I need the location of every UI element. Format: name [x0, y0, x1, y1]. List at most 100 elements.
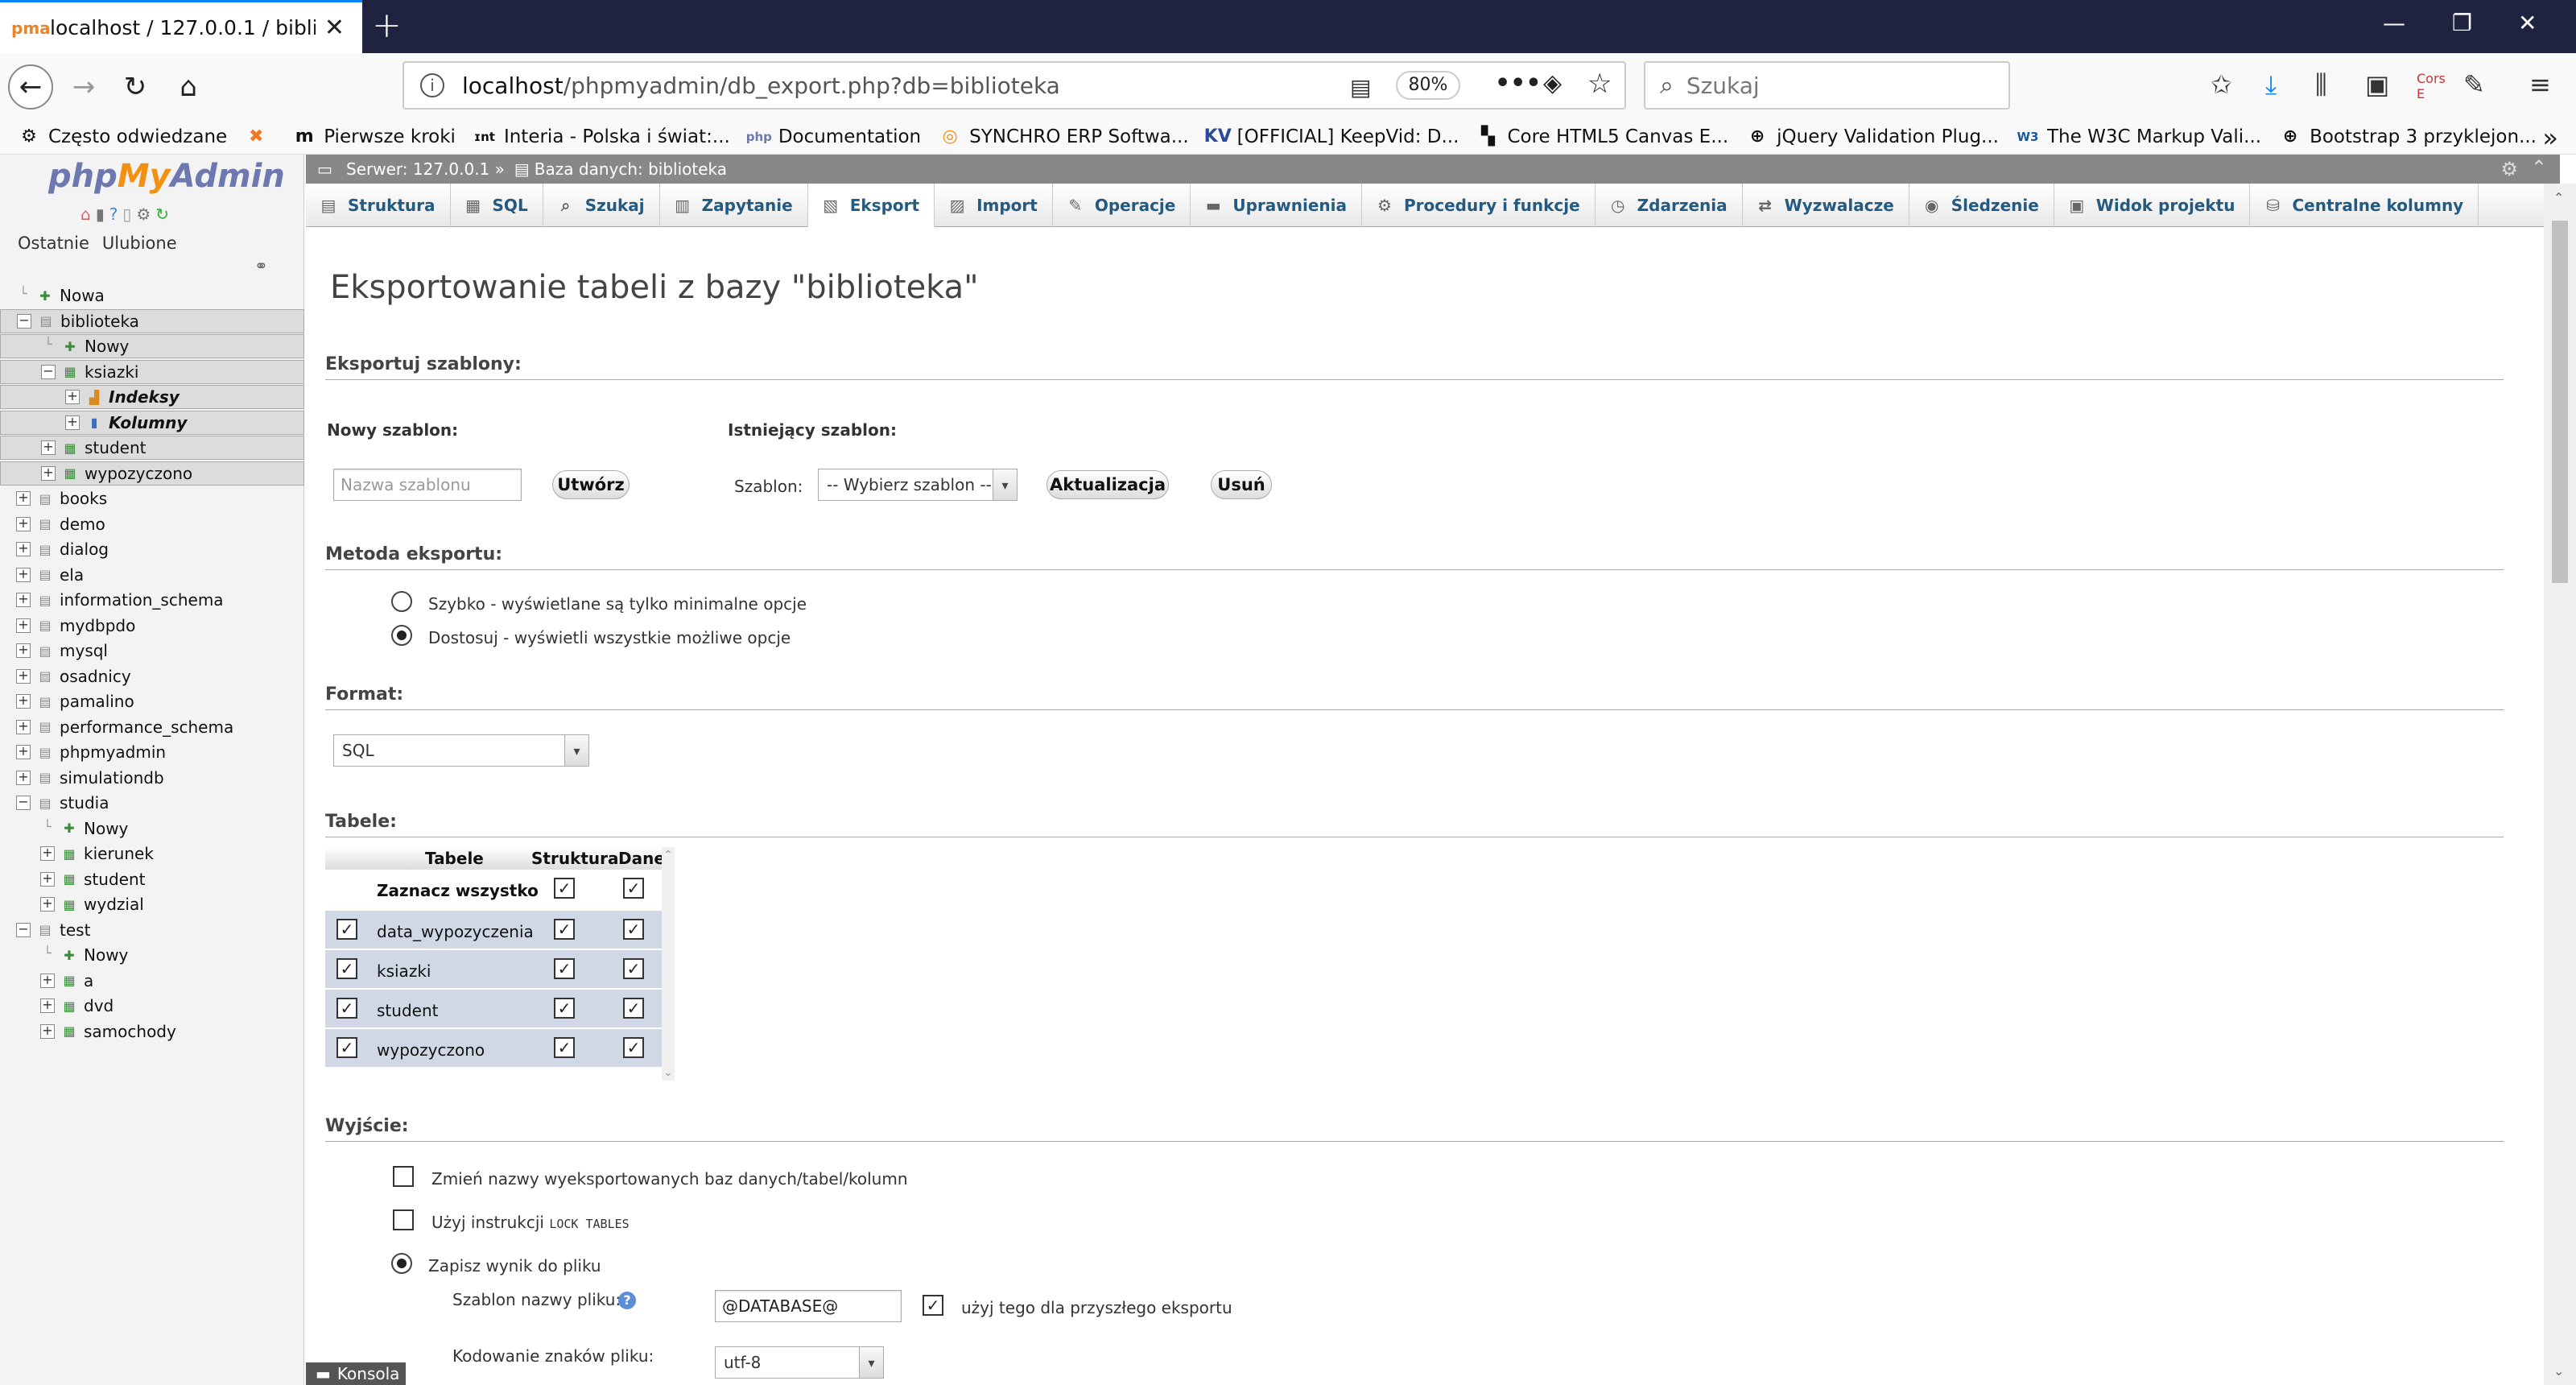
expand-icon[interactable]: + — [16, 516, 31, 531]
expand-icon[interactable]: + — [40, 897, 55, 912]
tab-centralne-kolumny[interactable]: ⛁ Centralne kolumny — [2250, 184, 2479, 227]
expand-icon[interactable]: + — [16, 593, 31, 607]
expand-icon[interactable]: + — [16, 694, 31, 709]
template-select[interactable]: -- Wybierz szablon -- ▾ — [818, 469, 1018, 501]
help-icon[interactable]: ? — [109, 205, 118, 224]
expand-icon[interactable]: + — [16, 618, 31, 633]
tab-eksport[interactable]: ▧ Eksport — [807, 184, 935, 227]
create-template-button[interactable]: Utwórz — [552, 470, 630, 499]
expand-icon[interactable]: + — [40, 973, 55, 988]
data-checkbox[interactable]: ✓ — [623, 958, 644, 979]
settings-icon[interactable]: ⚙ — [136, 205, 151, 224]
tab-wyzwalacze[interactable]: ⇄ Wyzwalacze — [1743, 184, 1909, 227]
tab-procedury-i-funkcje[interactable]: ⚙ Procedury i funkcje — [1362, 184, 1596, 227]
sidebar-icon[interactable]: ▣ — [2365, 69, 2389, 100]
tree-item[interactable]: + ▤ dialog — [0, 537, 304, 561]
tree-item[interactable]: − ▤ studia — [0, 791, 304, 815]
cors-extension-icon[interactable]: Cors E — [2417, 71, 2446, 101]
rename-exported-checkbox[interactable] — [393, 1166, 414, 1187]
expand-icon[interactable]: + — [16, 770, 31, 785]
forward-button[interactable]: → — [61, 64, 106, 110]
minimize-window-icon[interactable]: — — [2383, 10, 2405, 36]
expand-icon[interactable]: + — [40, 871, 55, 887]
close-tab-icon[interactable]: ✕ — [324, 14, 345, 42]
structure-checkbox[interactable]: ✓ — [554, 1037, 575, 1058]
expand-icon[interactable]: + — [16, 643, 31, 658]
tree-item[interactable]: + ▟ Indeksy — [0, 385, 304, 409]
tree-item[interactable]: └ ✚ Nowa — [0, 283, 304, 308]
eyedropper-extension-icon[interactable]: ✎ — [2463, 69, 2485, 100]
zoom-level-badge[interactable]: 80% — [1396, 71, 1460, 100]
format-select[interactable]: SQL ▾ — [333, 734, 589, 767]
bookmark-item[interactable]: m Pierwsze kroki — [293, 126, 456, 148]
help-icon[interactable]: ? — [618, 1292, 636, 1309]
page-actions-icon[interactable]: ••• — [1495, 69, 1542, 97]
page-scrollbar[interactable]: ⌃ ⌄ — [2544, 184, 2576, 1385]
tree-item[interactable]: − ▤ biblioteka — [0, 308, 304, 333]
tree-item[interactable]: + ▦ student — [0, 436, 304, 460]
reload-navigation-icon[interactable]: ↻ — [155, 205, 169, 224]
table-select-checkbox[interactable]: ✓ — [336, 1037, 357, 1058]
tree-item[interactable]: + ▤ performance_schema — [0, 715, 304, 739]
favorites-tab[interactable]: Ulubione — [102, 234, 177, 253]
tree-item[interactable]: + ▦ kierunek — [0, 841, 304, 866]
template-name-input[interactable]: Nazwa szablonu — [333, 469, 522, 501]
use-for-future-checkbox[interactable]: ✓ — [923, 1295, 943, 1316]
structure-checkbox[interactable]: ✓ — [554, 919, 575, 940]
tree-item[interactable]: + ▦ wydzial — [0, 892, 304, 916]
tree-item[interactable]: + ▤ books — [0, 486, 304, 511]
bookmark-star-icon[interactable]: ☆ — [1587, 68, 1612, 100]
tab-operacje[interactable]: ✎ Operacje — [1053, 184, 1191, 227]
console-toggle[interactable]: ▬ Konsola — [306, 1362, 406, 1385]
structure-checkbox[interactable]: ✓ — [554, 998, 575, 1019]
page-scrollbar-thumb[interactable] — [2552, 221, 2568, 583]
expand-icon[interactable]: + — [41, 465, 56, 481]
tree-item[interactable]: + ▤ pamalino — [0, 689, 304, 713]
tree-item[interactable]: + ▦ dvd — [0, 994, 304, 1018]
home-icon[interactable]: ⌂ — [80, 205, 91, 224]
menu-icon[interactable]: ≡ — [2529, 69, 2551, 100]
expand-icon[interactable]: + — [16, 668, 31, 684]
quick-export-radio[interactable] — [391, 591, 412, 612]
expand-icon[interactable]: + — [16, 719, 31, 734]
table-select-checkbox[interactable]: ✓ — [336, 919, 357, 940]
tab-szukaj[interactable]: ⌕ Szukaj — [543, 184, 660, 227]
tree-item[interactable]: + ▦ student — [0, 867, 304, 891]
expand-icon[interactable]: + — [16, 542, 31, 556]
tree-item[interactable]: + ▦ wypozyczono — [0, 461, 304, 486]
scroll-up-icon[interactable]: ⌃ — [663, 849, 673, 862]
tables-scrollbar[interactable]: ⌃ ⌄ — [662, 847, 675, 1081]
download-icon[interactable]: ⤓ — [2265, 69, 2277, 101]
back-button[interactable]: ← — [8, 64, 53, 110]
tree-item[interactable]: − ▤ test — [0, 918, 304, 942]
home-button[interactable]: ⌂ — [166, 64, 211, 110]
tree-item[interactable]: + ▤ information_schema — [0, 588, 304, 612]
reader-view-icon[interactable]: ▤ — [1350, 74, 1371, 101]
filename-template-input[interactable]: @DATABASE@ — [715, 1290, 902, 1322]
select-all-structure-checkbox[interactable]: ✓ — [554, 878, 575, 899]
select-all-data-checkbox[interactable]: ✓ — [623, 878, 644, 899]
tab-zdarzenia[interactable]: ◷ Zdarzenia — [1596, 184, 1743, 227]
delete-template-button[interactable]: Usuń — [1211, 470, 1272, 499]
expand-icon[interactable]: + — [40, 846, 55, 861]
expand-icon[interactable]: + — [40, 998, 55, 1013]
tab-sql[interactable]: ▦ SQL — [451, 184, 543, 227]
tree-item[interactable]: └ ✚ Nowy — [0, 334, 304, 358]
tree-item[interactable]: + ▤ ela — [0, 563, 304, 587]
save-to-file-radio[interactable] — [391, 1253, 412, 1274]
data-checkbox[interactable]: ✓ — [623, 1037, 644, 1058]
collapse-icon[interactable]: − — [16, 796, 31, 810]
bookmark-item[interactable]: ▚ Core HTML5 Canvas E... — [1476, 126, 1728, 148]
recent-tab[interactable]: Ostatnie — [18, 234, 89, 253]
tree-item[interactable]: + ▦ samochody — [0, 1019, 304, 1044]
expand-icon[interactable]: + — [16, 567, 31, 582]
bookmark-item[interactable]: ɪnt Interia - Polska i świat:... — [473, 126, 730, 148]
restore-window-icon[interactable]: ❐ — [2452, 10, 2472, 36]
tree-item[interactable]: + ▤ phpmyadmin — [0, 740, 304, 764]
data-checkbox[interactable]: ✓ — [623, 919, 644, 940]
tree-item[interactable]: + ▤ demo — [0, 512, 304, 536]
bookmark-item[interactable]: KV [OFFICIAL] KeepVid: D... — [1204, 126, 1459, 148]
breadcrumb-database[interactable]: Baza danych: biblioteka — [535, 159, 727, 179]
scroll-down-icon[interactable]: ⌄ — [2553, 1363, 2564, 1379]
pocket-icon[interactable]: ◈ — [1543, 69, 1562, 97]
